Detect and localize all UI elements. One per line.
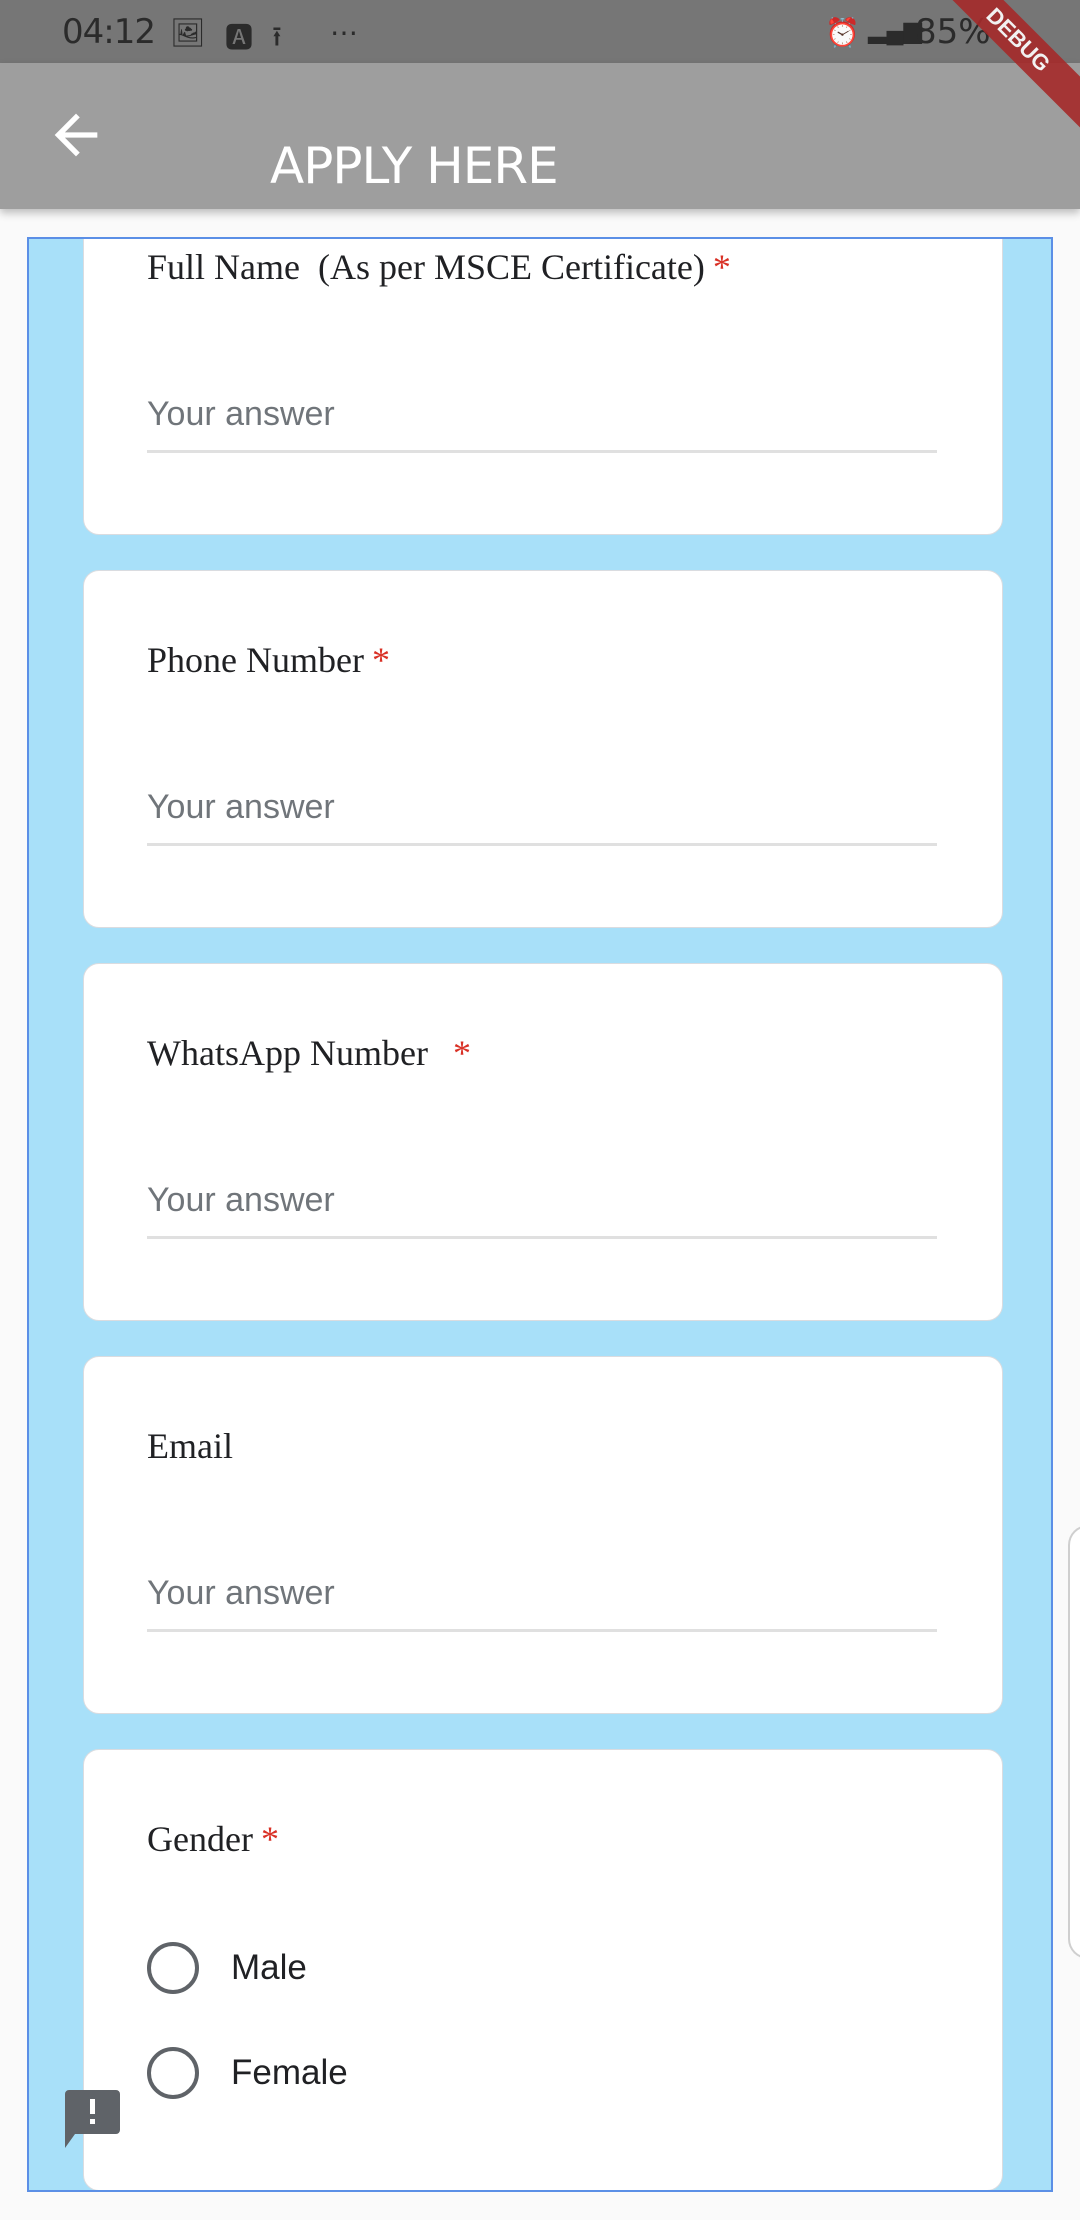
field-label: WhatsApp Number * xyxy=(147,1032,471,1074)
field-card-whatsapp: WhatsApp Number * xyxy=(83,963,1003,1321)
radio-label: Female xyxy=(231,2053,348,2092)
status-bar: 04:12 🖼 🅰 ⭱ ⋯ ⏰ ▂▄▆ 85% xyxy=(0,0,1080,63)
radio-button[interactable] xyxy=(147,2047,199,2099)
field-card-phone: Phone Number * xyxy=(83,570,1003,928)
image-icon: 🖼 xyxy=(170,17,206,48)
required-asterisk: * xyxy=(712,247,731,287)
label-text: Gender xyxy=(147,1819,253,1859)
status-time: 04:12 xyxy=(62,12,156,52)
label-text: Full Name (As per MSCE Certificate) xyxy=(147,247,705,287)
radio-button[interactable] xyxy=(147,1942,199,1994)
field-label: Email xyxy=(147,1425,233,1467)
text-icon: 🅰 xyxy=(225,22,254,53)
radio-option-male[interactable]: Male xyxy=(147,1942,307,1994)
feedback-button[interactable] xyxy=(65,2090,120,2150)
whatsapp-number-input[interactable] xyxy=(147,1164,937,1239)
required-asterisk: * xyxy=(371,640,390,680)
alarm-icon: ⏰ xyxy=(825,17,860,48)
arrow-left-icon xyxy=(54,113,98,157)
required-asterisk: * xyxy=(260,1819,279,1859)
phone-number-input[interactable] xyxy=(147,771,937,846)
full-name-input[interactable] xyxy=(147,378,937,453)
label-text: Phone Number xyxy=(147,640,364,680)
back-button[interactable] xyxy=(44,103,108,167)
field-label: Full Name (As per MSCE Certificate) * xyxy=(147,246,731,288)
feedback-icon xyxy=(65,2090,120,2148)
edge-panel-handle[interactable] xyxy=(1068,1525,1080,1959)
radio-option-female[interactable]: Female xyxy=(147,2047,348,2099)
field-card-gender: Gender * Male Female xyxy=(83,1749,1003,2190)
field-label: Phone Number * xyxy=(147,639,390,681)
radio-label: Male xyxy=(231,1948,307,1987)
field-card-email: Email xyxy=(83,1356,1003,1714)
email-input[interactable] xyxy=(147,1557,937,1632)
field-label: Gender * xyxy=(147,1818,279,1860)
field-card-full-name: Full Name (As per MSCE Certificate) * xyxy=(83,239,1003,535)
required-asterisk: * xyxy=(452,1033,471,1073)
label-text: WhatsApp Number xyxy=(147,1033,437,1073)
page-title: APPLY HERE xyxy=(270,136,559,195)
upload-icon: ⭱ xyxy=(272,21,282,52)
label-text: Email xyxy=(147,1426,233,1466)
lte-signal-icon: ▂▄▆ xyxy=(868,17,922,44)
app-bar: APPLY HERE xyxy=(0,63,1080,209)
more-icon: ⋯ xyxy=(330,17,358,48)
form-container: Full Name (As per MSCE Certificate)* Pho… xyxy=(27,237,1053,2192)
